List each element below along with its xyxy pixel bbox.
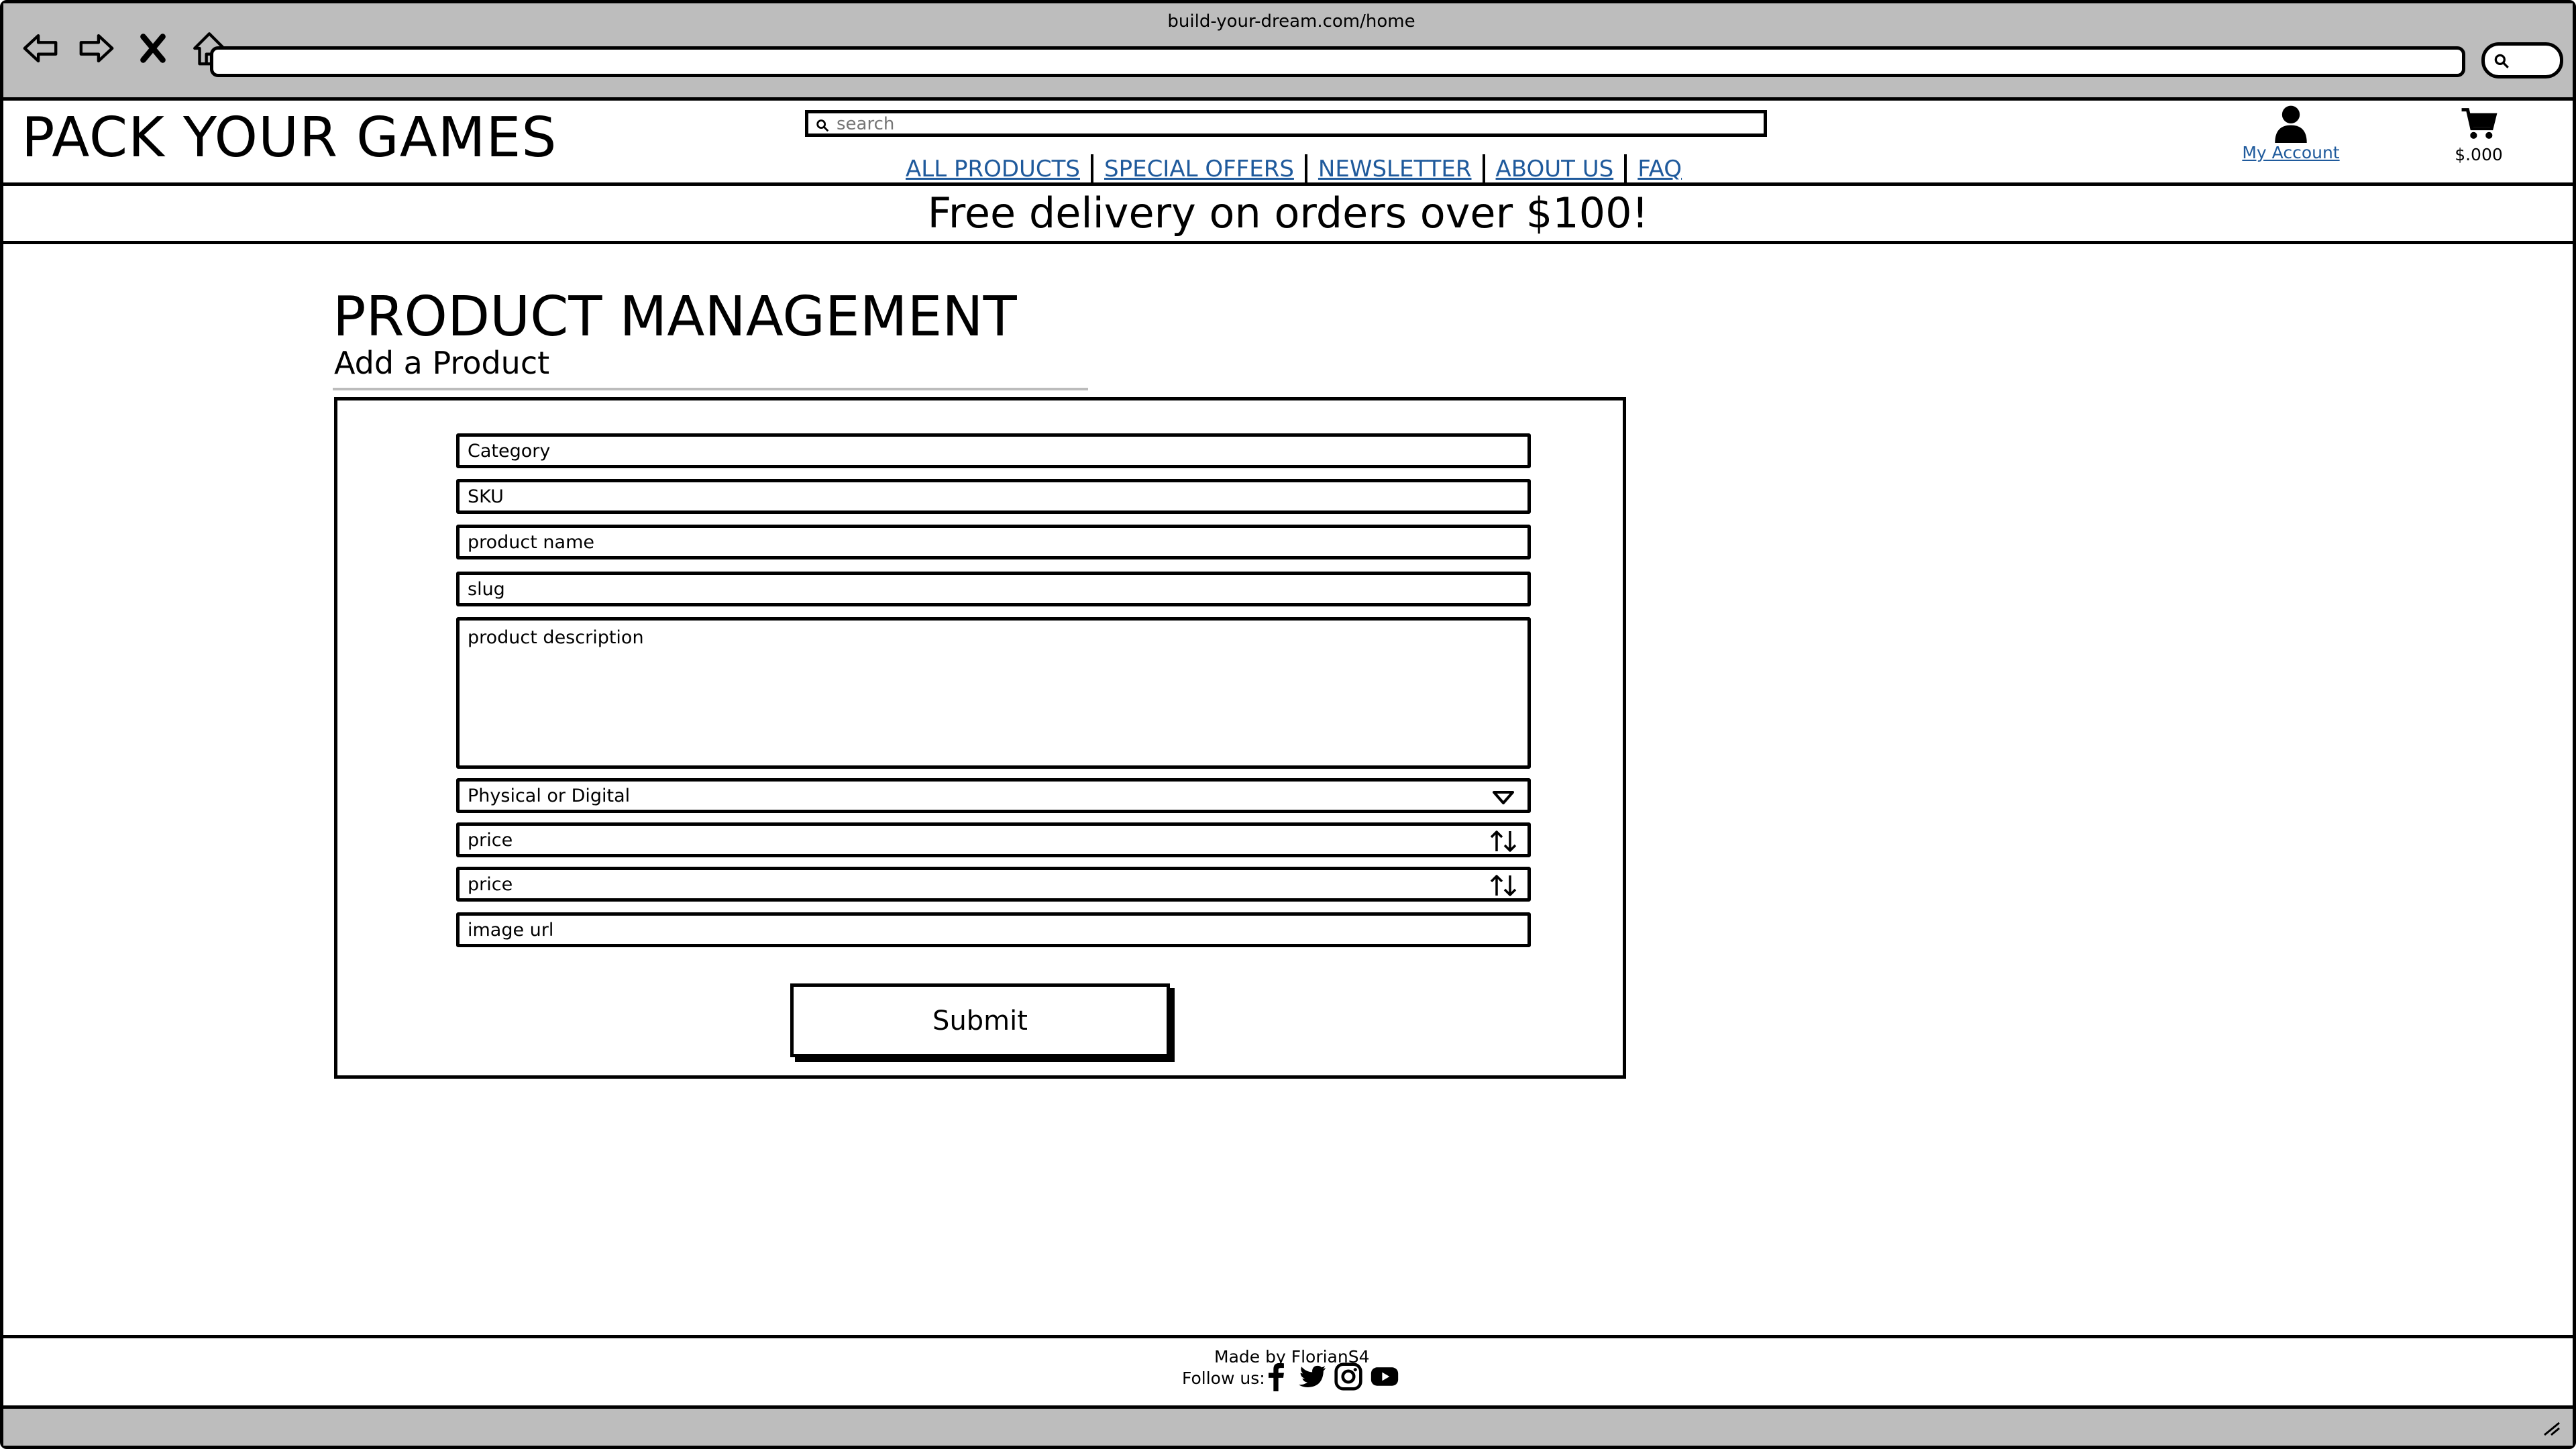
site-search[interactable] [805, 110, 1767, 137]
product-description-field[interactable]: product description [456, 617, 1531, 769]
stepper-arrows-icon[interactable] [1489, 874, 1518, 897]
cart-total: $.000 [2455, 145, 2503, 164]
nav-separator [1482, 154, 1485, 184]
image-url-field[interactable]: image url [456, 912, 1531, 947]
nav-separator [1304, 154, 1307, 184]
back-icon[interactable] [21, 29, 60, 68]
browser-status-bar [3, 1409, 2573, 1446]
youtube-icon[interactable] [1370, 1362, 1399, 1391]
search-input[interactable] [835, 113, 1710, 135]
submit-button[interactable]: Submit [790, 983, 1170, 1057]
form-subtitle: Add a Product [334, 345, 550, 381]
sku-field[interactable]: SKU [456, 479, 1531, 514]
nav-about-us[interactable]: ABOUT US [1489, 156, 1621, 182]
nav-newsletter[interactable]: NEWSLETTER [1311, 156, 1479, 182]
url-title: build-your-dream.com/home [1167, 11, 1415, 32]
shopping-cart-icon [2461, 108, 2498, 139]
search-icon [816, 119, 829, 132]
search-icon [2494, 54, 2509, 68]
browser-search-box[interactable] [2481, 42, 2563, 78]
resize-handle-icon[interactable] [2542, 1420, 2562, 1436]
chevron-down-icon [1493, 791, 1514, 804]
twitter-icon[interactable] [1297, 1362, 1327, 1391]
nav-separator [1091, 154, 1093, 184]
promo-banner: Free delivery on orders over $100! [3, 182, 2573, 244]
nav-faq[interactable]: FAQ [1631, 156, 1688, 182]
account-menu[interactable]: My Account [2234, 104, 2348, 162]
cart[interactable]: $.000 [2442, 106, 2516, 164]
slug-field[interactable]: slug [456, 572, 1531, 606]
subtitle-divider [333, 388, 1088, 390]
stepper-arrows-icon[interactable] [1489, 830, 1518, 853]
product-name-field[interactable]: product name [456, 525, 1531, 559]
facebook-icon[interactable] [1261, 1362, 1291, 1391]
price-field[interactable]: price [456, 822, 1531, 857]
page-title: PRODUCT MANAGEMENT [333, 285, 1017, 349]
main-nav: ALL PRODUCTS SPECIAL OFFERS NEWSLETTER A… [899, 154, 1688, 184]
user-icon [2275, 105, 2307, 143]
instagram-icon[interactable] [1334, 1362, 1363, 1391]
my-account-link[interactable]: My Account [2234, 143, 2348, 162]
social-links [1261, 1362, 1399, 1391]
browser-toolbar: build-your-dream.com/home [3, 3, 2573, 101]
nav-all-products[interactable]: ALL PRODUCTS [899, 156, 1087, 182]
nav-special-offers[interactable]: SPECIAL OFFERS [1097, 156, 1301, 182]
physical-digital-select[interactable]: Physical or Digital [456, 778, 1531, 813]
forward-icon[interactable] [77, 29, 116, 68]
follow-us-label: Follow us: [1182, 1368, 1265, 1388]
category-field[interactable]: Category [456, 433, 1531, 468]
nav-separator [1624, 154, 1627, 184]
site-logo[interactable]: PACK YOUR GAMES [21, 106, 557, 170]
stop-icon[interactable] [133, 29, 172, 68]
address-bar[interactable] [210, 46, 2465, 77]
price-field-2[interactable]: price [456, 867, 1531, 902]
